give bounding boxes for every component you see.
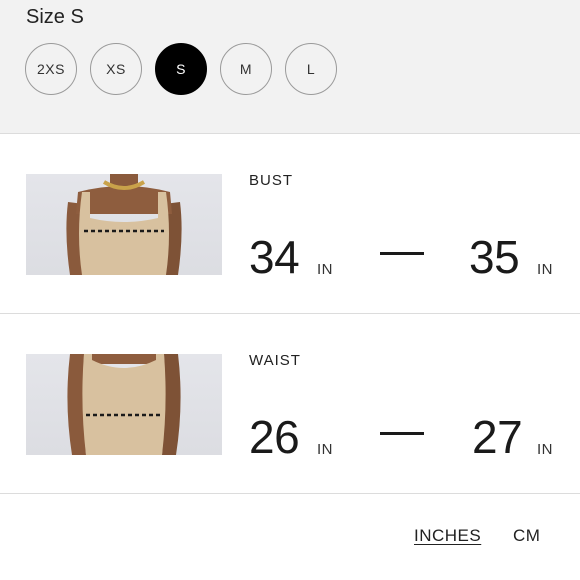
- waist-min-value: 26: [249, 411, 300, 463]
- size-option-s[interactable]: S: [155, 43, 207, 95]
- size-options: 2XS XS S M L: [25, 43, 337, 95]
- bust-min-value: 34: [249, 231, 300, 283]
- waist-max-value: 27: [472, 411, 523, 463]
- range-dash: [380, 432, 424, 435]
- bust-max-value: 35: [469, 231, 520, 283]
- waist-max-unit: IN: [537, 441, 553, 458]
- measurement-label-waist: WAIST: [249, 352, 301, 369]
- bust-reference-image: [26, 174, 222, 275]
- size-option-m[interactable]: M: [220, 43, 272, 95]
- divider: [0, 493, 580, 494]
- size-option-l[interactable]: L: [285, 43, 337, 95]
- range-dash: [380, 252, 424, 255]
- size-selector-panel: Size S 2XS XS S M L: [0, 0, 580, 133]
- size-title: Size S: [26, 6, 84, 28]
- measurement-label-bust: BUST: [249, 172, 294, 189]
- size-option-2xs[interactable]: 2XS: [25, 43, 77, 95]
- bust-measurement-row: BUST 34 IN 35 IN: [0, 134, 580, 314]
- unit-toggle-cm[interactable]: CM: [513, 526, 540, 546]
- waist-reference-image: [26, 354, 222, 455]
- bust-max-unit: IN: [537, 261, 553, 278]
- waist-min-unit: IN: [317, 441, 333, 458]
- bust-min-unit: IN: [317, 261, 333, 278]
- waist-measurement-row: WAIST 26 IN 27 IN: [0, 314, 580, 494]
- size-option-xs[interactable]: XS: [90, 43, 142, 95]
- unit-toggle-inches[interactable]: INCHES: [414, 526, 481, 546]
